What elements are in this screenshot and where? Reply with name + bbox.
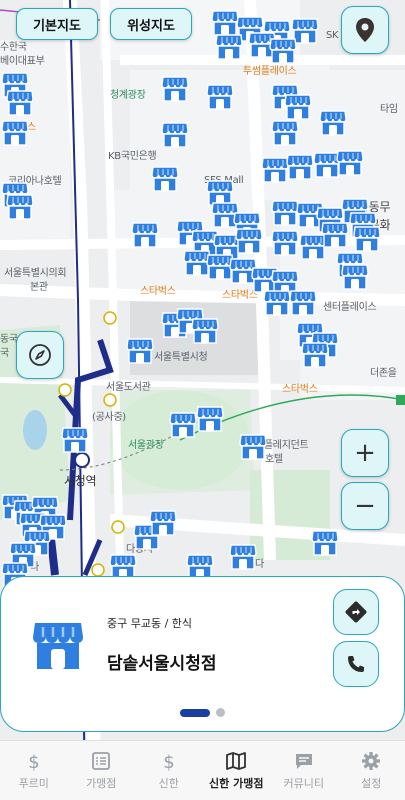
- tab-label: 가맹점: [86, 776, 117, 790]
- satellite-map-button[interactable]: 위성지도: [110, 8, 192, 40]
- chat-icon: [295, 753, 312, 769]
- plus-icon: +: [354, 438, 376, 468]
- store-marker-icon[interactable]: [270, 118, 300, 148]
- tab-label: 커뮤니티: [283, 776, 324, 790]
- compass-button[interactable]: [16, 331, 64, 379]
- store-marker-icon[interactable]: [310, 528, 340, 558]
- shop-category: 중구 무교동 / 한식: [107, 617, 193, 630]
- tab-label: 신한: [158, 776, 179, 790]
- store-marker-icon[interactable]: [234, 226, 264, 256]
- map-icon: [226, 751, 247, 770]
- zoom-out-button[interactable]: −: [341, 482, 389, 530]
- tab-community[interactable]: 커뮤니티: [270, 741, 338, 800]
- card-pager: [0, 708, 405, 717]
- store-marker-icon[interactable]: [5, 88, 35, 118]
- map-label-sureul: 수한국: [0, 42, 27, 53]
- store-marker-icon[interactable]: [130, 220, 160, 250]
- tab-label: 설정: [361, 776, 382, 790]
- map-label-cityhall: 서울특별시청: [154, 352, 208, 363]
- store-marker-icon[interactable]: [60, 425, 90, 455]
- store-marker-icon[interactable]: [214, 32, 244, 62]
- minus-icon: −: [354, 491, 376, 521]
- map-label-sk: SK: [326, 30, 339, 41]
- store-marker-icon[interactable]: [268, 36, 298, 66]
- store-marker-icon[interactable]: [195, 404, 225, 434]
- store-marker-icon[interactable]: [270, 228, 300, 258]
- gear-icon: [362, 751, 381, 770]
- directions-icon: [345, 601, 367, 623]
- map-label-plaza: 서울광장: [128, 440, 164, 451]
- basic-map-button[interactable]: 기본지도: [16, 8, 98, 40]
- map-label-jonne: 더존을: [370, 368, 397, 379]
- store-marker-icon[interactable]: [300, 340, 330, 370]
- pager-dot[interactable]: [216, 708, 225, 717]
- tab-purumi[interactable]: $ 푸르미: [0, 741, 68, 800]
- pager-dot-active[interactable]: [180, 708, 210, 717]
- location-button[interactable]: [341, 6, 389, 54]
- store-marker-icon[interactable]: [288, 288, 318, 318]
- tab-merchants[interactable]: 가맹점: [68, 741, 136, 800]
- dollar-icon: $: [28, 752, 39, 771]
- location-pin-icon: [356, 18, 374, 42]
- tab-shinhan-merchants[interactable]: 신한 가맹점: [203, 741, 271, 800]
- store-marker-icon[interactable]: [228, 542, 258, 572]
- call-button[interactable]: [333, 641, 379, 687]
- store-marker-icon[interactable]: [318, 108, 348, 138]
- tab-label: 푸르미: [18, 776, 49, 790]
- map-label-kb: KB국민은행: [108, 151, 157, 162]
- directions-button[interactable]: [333, 589, 379, 635]
- store-marker-icon[interactable]: [0, 118, 30, 148]
- map-label-council2: 본관: [30, 282, 48, 293]
- map-label-library: 서울도서관: [106, 382, 151, 393]
- tab-label: 신한 가맹점: [209, 776, 264, 790]
- store-marker-icon[interactable]: [160, 74, 190, 104]
- map-label-starbucks-3: 스타벅스: [282, 384, 318, 395]
- svg-text:$: $: [28, 752, 39, 771]
- tab-shinhan[interactable]: $ 신한: [135, 741, 203, 800]
- store-marker-icon[interactable]: [238, 432, 268, 462]
- bottom-tab-bar: $ 푸르미 가맹점 $ 신한 신한 가맹점 커뮤니티 설정: [0, 740, 405, 800]
- store-marker-icon[interactable]: [148, 508, 178, 538]
- svg-text:$: $: [163, 752, 174, 771]
- dollar-icon: $: [163, 752, 174, 771]
- phone-icon: [348, 656, 364, 672]
- map-label-taim: 타임: [380, 104, 398, 115]
- store-marker-icon[interactable]: [168, 410, 198, 440]
- store-marker-icon[interactable]: [340, 262, 370, 292]
- map-label-center-place: 센터플레이스: [323, 302, 377, 313]
- tab-settings[interactable]: 설정: [338, 741, 405, 800]
- map-label-council: 서울특별시의회: [4, 268, 67, 279]
- list-icon: [92, 751, 111, 770]
- store-icon: [33, 623, 83, 669]
- map-label-cityhall-station: 시청역: [64, 474, 97, 488]
- store-marker-icon[interactable]: [150, 164, 180, 194]
- store-marker-icon[interactable]: [160, 120, 190, 150]
- store-marker-icon[interactable]: [205, 82, 235, 112]
- map-label-gongsa: (공사중): [92, 412, 126, 423]
- map-label-korea: 국: [0, 348, 9, 359]
- store-marker-icon[interactable]: [125, 336, 155, 366]
- map-label-cheonggye: 청계광장: [110, 90, 146, 101]
- shop-name: 담솥서울시청점: [107, 654, 217, 674]
- store-marker-icon[interactable]: [190, 316, 220, 346]
- store-marker-icon[interactable]: [5, 192, 35, 222]
- compass-icon: [29, 344, 51, 366]
- zoom-in-button[interactable]: +: [341, 429, 389, 477]
- store-marker-icon[interactable]: [320, 220, 350, 250]
- map-label-starbucks-1: 스타벅스: [140, 286, 176, 297]
- store-marker-icon[interactable]: [335, 148, 365, 178]
- store-marker-icon[interactable]: [285, 152, 315, 182]
- map-label-beipyobu: 베이대표부: [0, 56, 45, 67]
